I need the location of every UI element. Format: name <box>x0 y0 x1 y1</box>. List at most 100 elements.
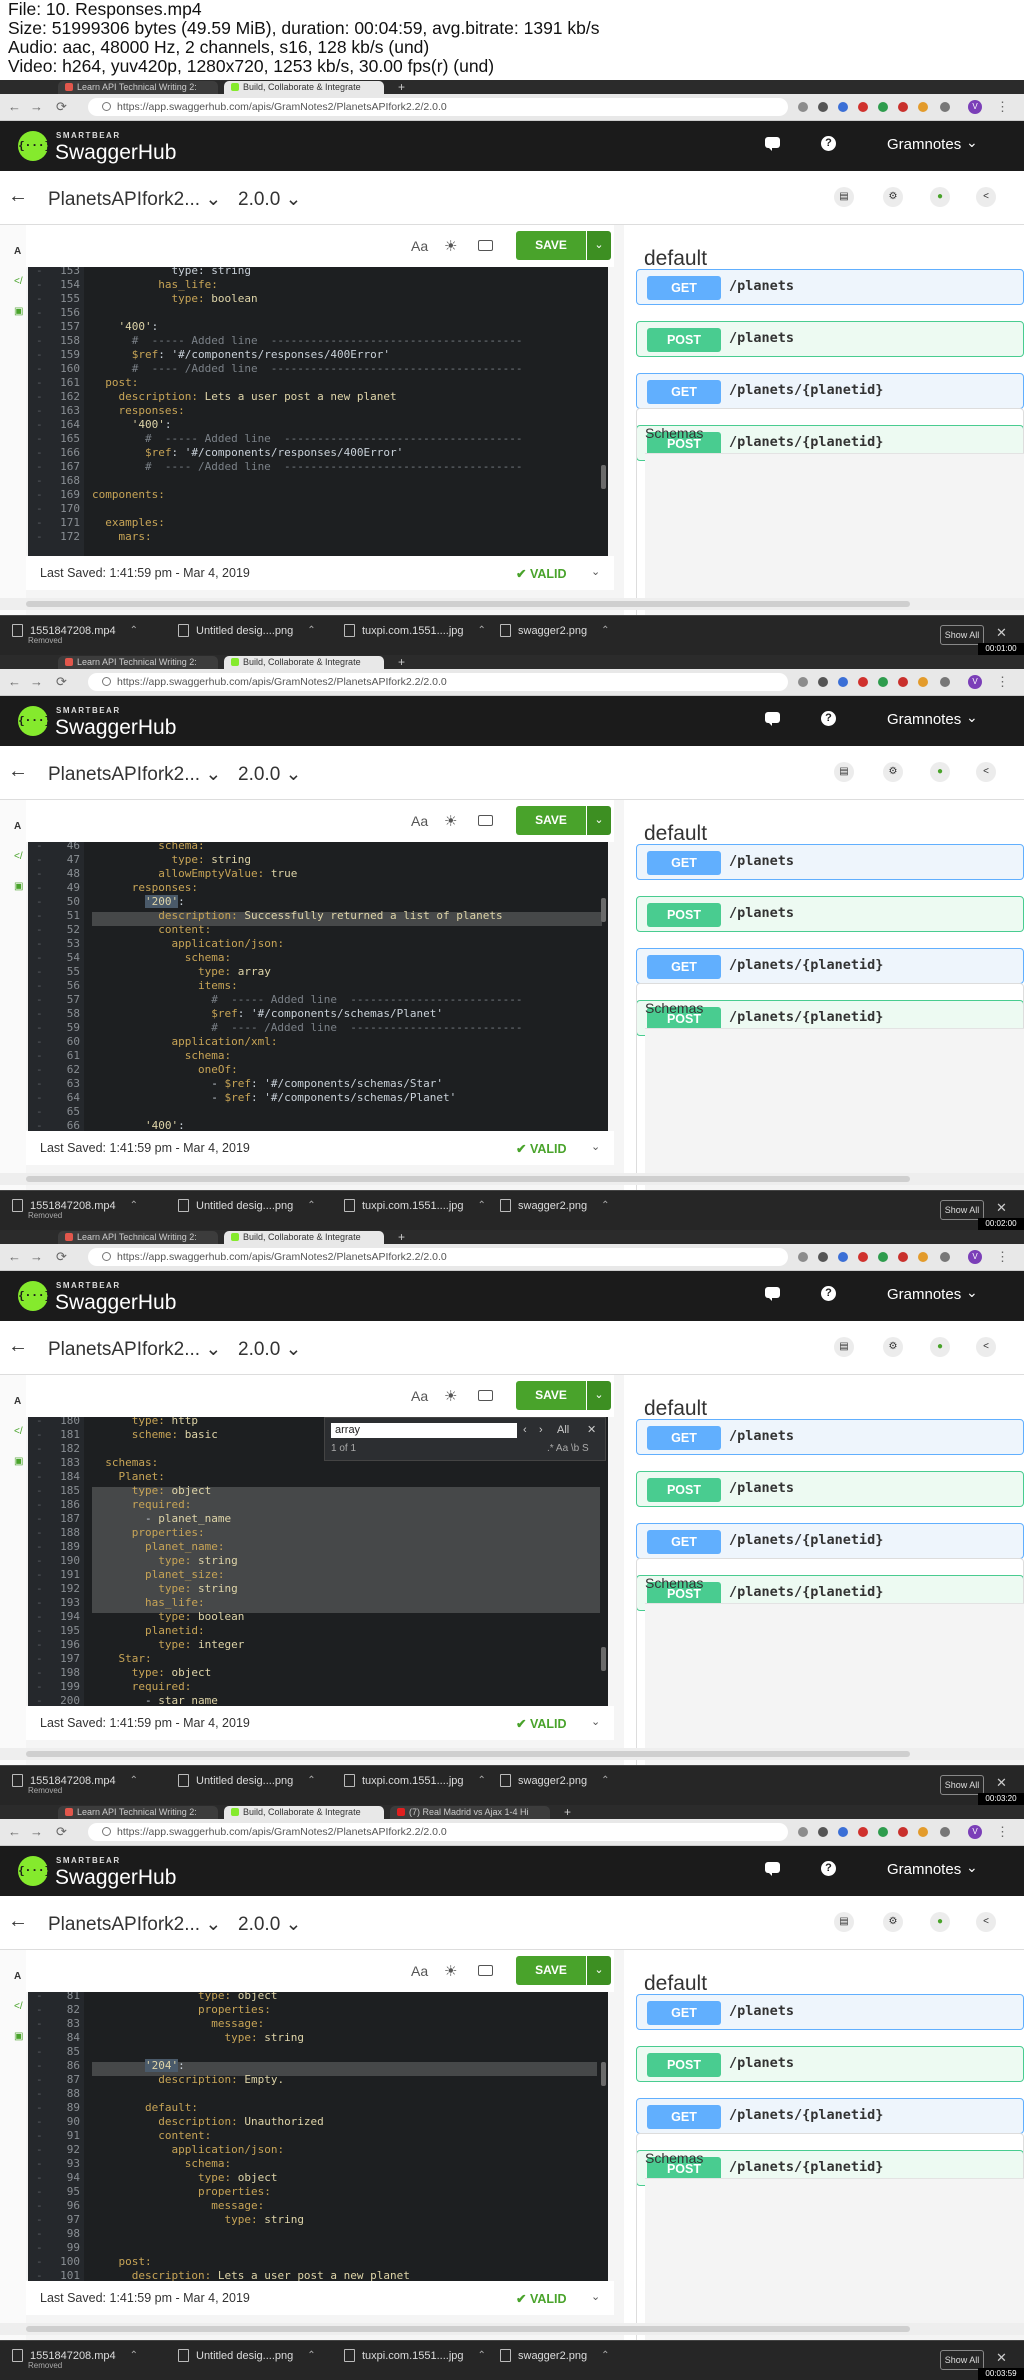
code-line[interactable]: - 163 responses: <box>28 404 608 418</box>
code-line[interactable]: - 48 allowEmptyValue: true <box>28 867 608 881</box>
extension-icon[interactable] <box>898 102 908 112</box>
code-line[interactable]: - 93 schema: <box>28 2157 608 2171</box>
code-line[interactable]: - 47 type: string <box>28 853 608 867</box>
code-editor[interactable]: - 153 type: string - 154 has_life: - 155 type… <box>28 267 608 557</box>
fold-marker-icon[interactable]: - <box>36 418 44 432</box>
code-line[interactable]: - 81 type: object <box>28 1992 608 2003</box>
code-line[interactable]: - 62 oneOf: <box>28 1063 608 1077</box>
code-line[interactable]: - 166 $ref: '#/components/responses/400Er… <box>28 446 608 460</box>
code-line[interactable]: - 58 $ref: '#/components/schemas/Planet' <box>28 1007 608 1021</box>
code-line[interactable]: - 155 type: boolean <box>28 292 608 306</box>
editor-scrollbar-thumb[interactable] <box>601 465 606 489</box>
download-item[interactable]: 1551847208.mp4 Removed ⌃ <box>12 2347 138 2375</box>
url-field[interactable]: https://app.swaggerhub.com/apis/GramNote… <box>88 1248 788 1266</box>
code-line[interactable]: - 83 message: <box>28 2017 608 2031</box>
download-item[interactable]: tuxpi.com.1551....jpg ⌃ <box>344 622 486 650</box>
share-icon[interactable]: < <box>976 1912 996 1932</box>
user-menu[interactable]: Gramnotes <box>887 1861 961 1878</box>
code-line[interactable]: - 84 type: string <box>28 2031 608 2045</box>
back-arrow-icon[interactable]: ← <box>8 673 21 691</box>
code-line[interactable]: - 54 schema: <box>28 951 608 965</box>
browser-tab[interactable]: (7) Real Madrid vs Ajax 1-4 Hi <box>390 1806 550 1819</box>
operation-post[interactable]: POST/planets <box>636 321 1024 357</box>
editor-scrollbar-thumb[interactable] <box>601 898 606 922</box>
valid-badge[interactable]: ✔ VALID <box>516 1141 567 1156</box>
menu-kebab-icon[interactable]: ⋮ <box>996 1824 1009 1840</box>
chevron-up-icon[interactable]: ⌃ <box>478 2350 486 2361</box>
code-line[interactable]: - 53 application/json: <box>28 937 608 951</box>
fold-marker-icon[interactable]: - <box>36 2031 44 2045</box>
code-line[interactable]: - 56 items: <box>28 979 608 993</box>
warning-icon[interactable]: A <box>14 1972 24 1982</box>
code-line[interactable]: - 169 components: <box>28 488 608 502</box>
fold-marker-icon[interactable]: - <box>36 993 44 1007</box>
fold-marker-icon[interactable]: - <box>36 306 44 320</box>
extension-icon[interactable] <box>878 1827 888 1837</box>
url-field[interactable]: https://app.swaggerhub.com/apis/GramNote… <box>88 1823 788 1841</box>
reload-icon[interactable]: ⟳ <box>56 1248 67 1266</box>
code-line[interactable]: - 153 type: string <box>28 267 608 278</box>
code-line[interactable]: -64 - $ref: '#/components/schemas/Planet… <box>28 1091 608 1105</box>
fold-marker-icon[interactable]: - <box>36 376 44 390</box>
code-line[interactable]: - 194 type: boolean <box>28 1610 608 1624</box>
extension-icon[interactable] <box>878 677 888 687</box>
fold-marker-icon[interactable]: - <box>36 446 44 460</box>
chat-icon[interactable] <box>765 1287 780 1301</box>
back-arrow-icon[interactable]: ← <box>8 98 21 116</box>
chevron-up-icon[interactable]: ⌃ <box>130 2350 138 2361</box>
profile-avatar[interactable]: V <box>968 675 982 689</box>
code-line[interactable]: - 172 mars: <box>28 530 608 544</box>
horizontal-scrollbar[interactable] <box>0 1173 1024 1185</box>
fold-marker-icon[interactable]: - <box>36 1417 44 1428</box>
fold-marker-icon[interactable]: - <box>36 460 44 474</box>
new-tab-plus-icon[interactable]: + <box>398 655 405 669</box>
font-size-button[interactable]: Aa <box>411 813 428 829</box>
save-dropdown-chevron-icon[interactable]: ⌄ <box>587 1381 611 1410</box>
font-size-button[interactable]: Aa <box>411 1388 428 1404</box>
fold-marker-icon[interactable]: - <box>36 2073 44 2087</box>
fold-marker-icon[interactable]: - <box>36 292 44 306</box>
warning-icon[interactable]: A <box>14 822 24 832</box>
operation-get[interactable]: GET/planets/{planetid} <box>636 1523 1024 1559</box>
operation-get[interactable]: GET/planets/{planetid} <box>636 373 1024 409</box>
extension-icon[interactable] <box>858 677 868 687</box>
back-arrow-icon[interactable]: ← <box>8 185 28 208</box>
extension-icon[interactable] <box>918 102 928 112</box>
chevron-down-icon[interactable]: ⌄ <box>591 1715 600 1728</box>
comment-icon[interactable] <box>478 1390 493 1401</box>
horizontal-scrollbar[interactable] <box>0 2323 1024 2335</box>
url-field[interactable]: https://app.swaggerhub.com/apis/GramNote… <box>88 98 788 116</box>
fold-marker-icon[interactable]: - <box>36 1428 44 1442</box>
extension-icon[interactable] <box>838 1252 848 1262</box>
code-line[interactable]: - 52 content: <box>28 923 608 937</box>
find-next-icon[interactable]: › <box>539 1423 543 1438</box>
extension-icon[interactable] <box>918 677 928 687</box>
code-line[interactable]: - 193 has_life: <box>28 1596 608 1610</box>
chevron-down-icon[interactable]: ⌄ <box>591 565 600 578</box>
integration-icon[interactable]: ▣ <box>14 1457 24 1467</box>
code-line[interactable]: - 164 '400': <box>28 418 608 432</box>
extension-icon[interactable] <box>940 1252 950 1262</box>
fold-marker-icon[interactable]: - <box>36 2045 44 2059</box>
operation-post[interactable]: POST/planets <box>636 1471 1024 1507</box>
fold-marker-icon[interactable]: - <box>36 2059 44 2073</box>
code-line[interactable]: - 195 planetid: <box>28 1624 608 1638</box>
fold-marker-icon[interactable]: - <box>36 1484 44 1498</box>
operation-get[interactable]: GET/planets/{planetid} <box>636 2098 1024 2134</box>
extension-icon[interactable] <box>818 1252 828 1262</box>
show-all-button[interactable]: Show All <box>940 625 984 645</box>
extension-icon[interactable] <box>940 102 950 112</box>
fold-marker-icon[interactable]: - <box>36 1992 44 2003</box>
save-dropdown-chevron-icon[interactable]: ⌄ <box>587 231 611 260</box>
extension-icon[interactable] <box>818 102 828 112</box>
extension-icon[interactable] <box>898 1827 908 1837</box>
integration-icon[interactable]: ▣ <box>14 2032 24 2042</box>
code-line[interactable]: - 186 required: <box>28 1498 608 1512</box>
horizontal-scrollbar[interactable] <box>0 1748 1024 1760</box>
fold-marker-icon[interactable]: - <box>36 278 44 292</box>
gear-icon[interactable]: ⚙ <box>883 187 903 207</box>
forward-arrow-icon[interactable]: → <box>30 1248 43 1266</box>
api-name-dropdown[interactable]: PlanetsAPIfork2... ⌄ <box>48 763 221 786</box>
profile-avatar[interactable]: V <box>968 1250 982 1264</box>
back-arrow-icon[interactable]: ← <box>8 760 28 783</box>
